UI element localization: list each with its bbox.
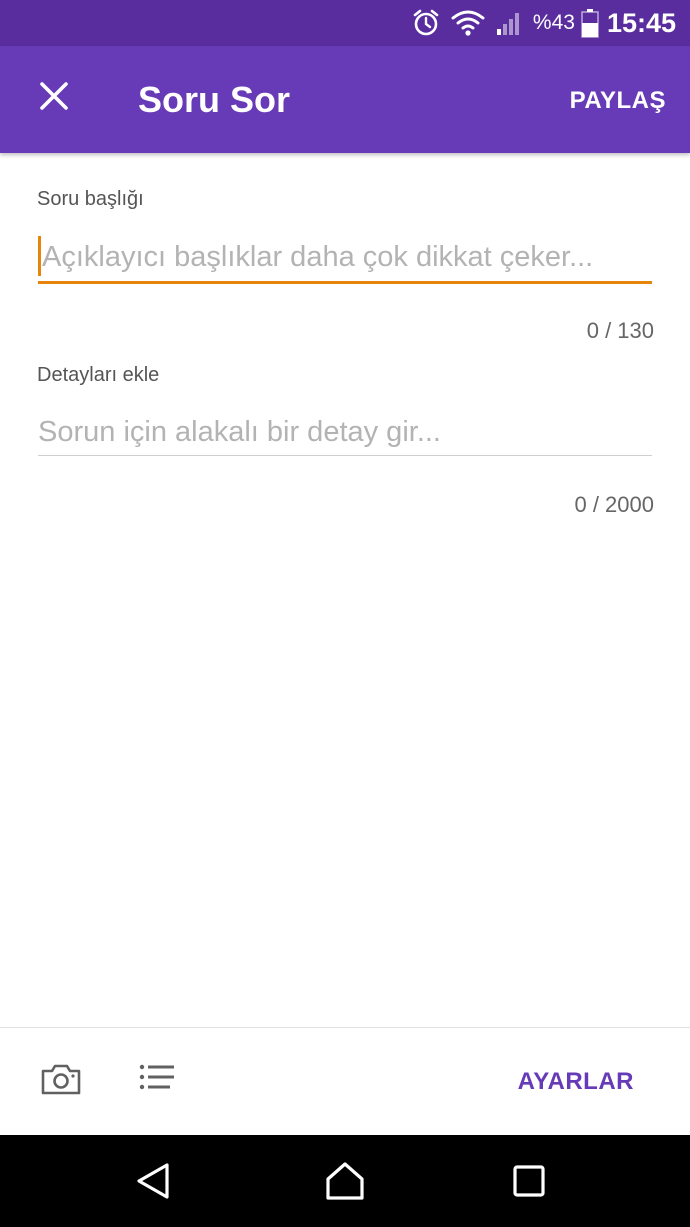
details-input[interactable] — [38, 410, 652, 454]
signal-icon — [495, 9, 523, 37]
status-icons: %43 15:45 — [411, 0, 676, 46]
details-label: Detayları ekle — [37, 364, 160, 386]
details-field[interactable] — [38, 410, 652, 456]
bottom-toolbar: AYARLAR — [0, 1027, 690, 1135]
list-button[interactable] — [138, 1062, 176, 1097]
battery-icon — [581, 8, 599, 38]
close-icon — [39, 81, 69, 116]
page-title: Soru Sor — [138, 79, 291, 120]
details-char-counter: 0 / 2000 — [574, 492, 654, 517]
navigation-bar — [0, 1135, 690, 1227]
alarm-icon — [411, 8, 441, 38]
home-button[interactable] — [324, 1161, 366, 1206]
status-bar: %43 15:45 — [0, 0, 690, 46]
question-title-input[interactable] — [38, 234, 652, 280]
recents-icon — [510, 1161, 548, 1206]
recents-button[interactable] — [510, 1161, 548, 1206]
camera-icon — [40, 1062, 82, 1101]
title-char-counter: 0 / 130 — [586, 318, 654, 343]
battery-percent: %43 — [532, 11, 575, 34]
back-icon — [134, 1161, 172, 1206]
clock: 15:45 — [606, 7, 676, 38]
home-icon — [324, 1161, 366, 1206]
camera-button[interactable] — [40, 1062, 82, 1101]
share-button[interactable]: PAYLAŞ — [570, 87, 666, 115]
text-cursor — [38, 236, 41, 276]
question-title-label: Soru başlığı — [37, 188, 144, 210]
list-icon — [138, 1062, 176, 1097]
settings-button[interactable]: AYARLAR — [518, 1068, 634, 1096]
app-bar: Soru Sor PAYLAŞ — [0, 46, 690, 153]
close-button[interactable] — [24, 68, 84, 128]
wifi-icon — [451, 9, 485, 37]
back-button[interactable] — [134, 1161, 172, 1206]
question-title-field[interactable] — [38, 234, 652, 284]
